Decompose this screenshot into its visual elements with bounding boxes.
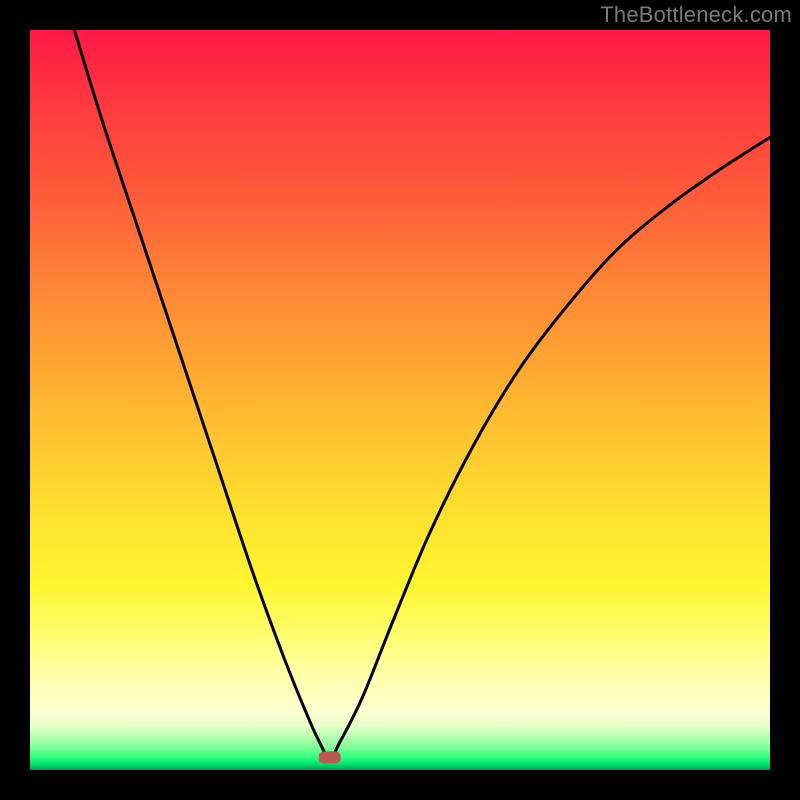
minimum-marker: [319, 751, 341, 763]
curve-svg: [30, 30, 770, 770]
chart-frame: TheBottleneck.com: [0, 0, 800, 800]
plot-area: [30, 30, 770, 770]
bottleneck-curve: [74, 30, 770, 757]
watermark-text: TheBottleneck.com: [600, 2, 792, 28]
